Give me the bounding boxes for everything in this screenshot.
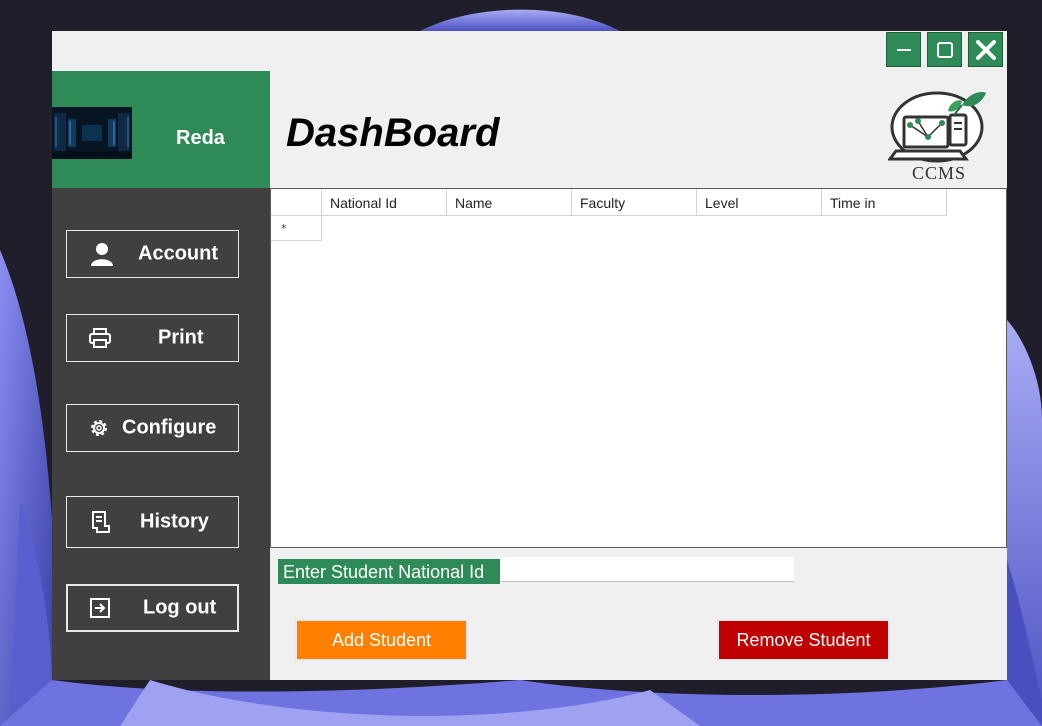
column-header[interactable]: Name: [447, 189, 572, 216]
remove-student-button[interactable]: Remove Student: [717, 619, 890, 661]
printer-icon: [89, 328, 111, 348]
user-icon: [89, 241, 115, 267]
history-button[interactable]: History: [66, 496, 239, 548]
new-row[interactable]: *: [271, 216, 322, 241]
configure-label: Configure: [122, 416, 217, 439]
print-button[interactable]: Print: [66, 314, 239, 362]
new-row-marker: *: [271, 216, 322, 241]
column-header[interactable]: Time in: [822, 189, 947, 216]
sidebar: Account Print Configure History Log out: [52, 188, 270, 680]
app-window: Reda Account Print Configure History Log…: [52, 31, 1007, 680]
username: Reda: [176, 127, 225, 149]
maximize-icon: [936, 41, 953, 58]
column-header[interactable]: Faculty: [572, 189, 697, 216]
logout-label: Log out: [143, 596, 217, 619]
page-title: DashBoard: [286, 111, 500, 155]
grid-header: National Id Name Faculty Level Time in: [271, 189, 947, 216]
logo-text: CCMS: [911, 163, 967, 183]
minimize-icon: [896, 48, 911, 51]
column-header[interactable]: Level: [697, 189, 822, 216]
configure-button[interactable]: Configure: [66, 404, 239, 452]
add-student-button[interactable]: Add Student: [295, 619, 468, 661]
receipt-icon: [91, 511, 111, 533]
logout-button[interactable]: Log out: [66, 584, 239, 632]
students-grid[interactable]: National Id Name Faculty Level Time in *: [270, 188, 1007, 548]
logout-icon: [90, 598, 110, 618]
history-label: History: [140, 510, 209, 533]
gear-icon: [88, 417, 110, 439]
minimize-button[interactable]: [886, 32, 921, 67]
user-panel: Reda: [52, 71, 270, 188]
account-label: Account: [138, 242, 218, 265]
close-icon: [975, 39, 996, 60]
ccms-logo: CCMS: [887, 85, 990, 185]
column-header[interactable]: National Id: [322, 189, 447, 216]
close-button[interactable]: [968, 32, 1003, 67]
national-id-input[interactable]: [501, 557, 794, 582]
print-label: Print: [158, 326, 204, 349]
grid-corner-cell: [271, 189, 322, 216]
account-button[interactable]: Account: [66, 230, 239, 278]
avatar: [52, 107, 132, 159]
maximize-button[interactable]: [927, 32, 962, 67]
national-id-label: Enter Student National Id: [278, 559, 500, 584]
